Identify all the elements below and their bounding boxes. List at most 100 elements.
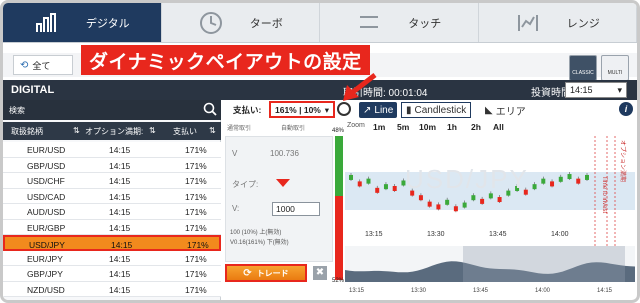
table-row[interactable]: EUR/USD 14:15 171% [3, 142, 221, 158]
search-input[interactable]: 検索 [3, 100, 221, 120]
expiry-cell: 14:15 [109, 176, 131, 186]
zoom-row: Zoom 1m 5m 10m 1h 2h All [335, 122, 637, 134]
amount-input[interactable]: 1000 [272, 202, 320, 216]
table-row[interactable]: USD/CAD 14:15 171% [3, 188, 221, 204]
table-row[interactable]: GBP/USD 14:15 171% [3, 157, 221, 173]
chevron-down-icon: ▾ [617, 85, 622, 95]
refresh-icon: ⟳ [243, 267, 252, 279]
tab-turbo[interactable]: ターボ [162, 3, 320, 42]
zoom-1h[interactable]: 1h [447, 122, 457, 132]
invest-time-value: 14:15 [570, 85, 593, 95]
col-expiry-header[interactable]: オプション満期: [85, 126, 143, 137]
close-icon[interactable]: ✖ [313, 266, 327, 280]
price-chart[interactable]: USD/JPY Time to invest オプション満期 13:15 13:30 1… [345, 136, 635, 300]
asset-list-panel: 検索 取扱銘柄 ⇅ オプション満期: ⇅ 支払い ⇅ EUR/USD 14:15 1… [3, 100, 221, 300]
payout-cell: 171% [185, 207, 207, 217]
x-tick-label: 13:30 [427, 231, 445, 238]
sort-icon: ⇅ [73, 126, 80, 135]
type-label: タイプ: [232, 180, 259, 189]
multi-view-button[interactable]: MULTI [601, 55, 629, 81]
classic-view-button[interactable]: CLASSIC [569, 55, 597, 81]
candle-body [357, 181, 362, 187]
candle-body [471, 195, 476, 201]
payout-note-down: V0.16(161%) 下(無効) [230, 240, 289, 246]
candle-body [567, 174, 572, 180]
tab-auto-trade[interactable]: 自動取引 [281, 123, 305, 132]
navigator-tick-label: 13:45 [473, 288, 489, 294]
tab-range[interactable]: レンジ [479, 3, 637, 42]
line-chart-button[interactable]: ↗ Line [359, 102, 398, 118]
amount-value: 1000 [276, 204, 295, 214]
table-row[interactable]: EUR/JPY 14:15 171% [3, 250, 221, 266]
chart-settings-icon[interactable] [337, 102, 351, 116]
x-tick-label: 13:15 [365, 231, 383, 238]
down-arrow-icon[interactable] [276, 179, 290, 187]
table-row[interactable]: GBP/JPY 14:15 171% [3, 266, 221, 282]
subtab-all[interactable]: ⟲ 全て [13, 55, 73, 75]
candle-body [550, 181, 555, 187]
candle-body [436, 204, 441, 210]
tab-touch-label: タッチ [408, 17, 442, 30]
zoom-10m[interactable]: 10m [419, 122, 436, 132]
table-row[interactable]: USD/JPY 14:15 171% [3, 235, 221, 251]
search-placeholder: 検索 [9, 106, 25, 115]
payout-label: 支払い: [233, 105, 262, 115]
tab-touch[interactable]: タッチ [320, 3, 479, 42]
expiry-cell: 14:15 [109, 207, 131, 217]
area-chart-button[interactable]: ◣ エリア [481, 102, 530, 118]
bar-chart-icon [34, 10, 60, 36]
refresh-icon: ⟲ [20, 59, 29, 71]
line-label: Line [374, 104, 394, 116]
candle-body [427, 201, 432, 207]
search-icon[interactable] [203, 102, 217, 118]
candle-body [366, 178, 371, 184]
range-icon [515, 10, 541, 36]
time-to-invest-label: Time to invest [601, 176, 607, 213]
asset-cell: GBP/USD [27, 160, 66, 171]
navigator-tick-label: 14:00 [535, 288, 551, 294]
annotation-headline: ダイナミックペイアウトの設定 [81, 45, 370, 75]
info-icon[interactable]: i [619, 102, 633, 116]
sentiment-down-pct: 52% [332, 278, 345, 284]
navigator-window [463, 246, 625, 282]
expiry-cell: 14:15 [109, 269, 131, 279]
trade-button[interactable]: ⟳ トレード [225, 264, 307, 282]
candlestick-icon: ▮ [406, 104, 412, 116]
table-row[interactable]: USD/CHF 14:15 171% [3, 173, 221, 189]
candle-body [576, 178, 581, 184]
payout-cell: 171% [187, 240, 209, 250]
candlestick-label: Candlestick [414, 104, 467, 116]
chart-panel: ↗ Line ▮ Candlestick ◣ エリア i Zoom 1m 5m … [332, 100, 637, 300]
candle-body [453, 206, 458, 212]
multi-view-label: MULTI [607, 70, 623, 76]
candle-body [392, 186, 397, 191]
zoom-5m[interactable]: 5m [397, 122, 409, 132]
tab-digital[interactable]: デジタル [3, 3, 162, 42]
line-icon: ↗ [363, 104, 372, 116]
price-chart-svg: Time to invest オプション満期 13:15 13:30 13:45 14:0… [345, 136, 635, 294]
invest-time-select[interactable]: 14:15 ▾ [565, 82, 627, 98]
candle-body [375, 187, 380, 193]
dynamic-payout-select[interactable]: 161% | 10% ▾ [269, 101, 335, 118]
v-value: 100.736 [270, 149, 299, 158]
expiry-label: オプション満期 [619, 140, 627, 182]
subtab-all-label: 全て [32, 60, 51, 71]
zoom-1m[interactable]: 1m [373, 122, 385, 132]
table-row[interactable]: NZD/USD 14:15 171% [3, 281, 221, 297]
zoom-all[interactable]: All [493, 122, 504, 132]
table-row[interactable]: EUR/GBP 14:15 171% [3, 219, 221, 235]
tab-manual-trade[interactable]: 通常取引 [227, 123, 251, 132]
navigator-tick-label: 13:30 [411, 288, 427, 294]
zoom-2h[interactable]: 2h [471, 122, 481, 132]
navigator-tick-label: 14:15 [597, 288, 613, 294]
col-asset-header[interactable]: 取扱銘柄 [11, 126, 43, 137]
sort-icon: ⇅ [149, 126, 156, 135]
chart-toolbar: ↗ Line ▮ Candlestick ◣ エリア i [335, 100, 637, 120]
x-tick-label: 14:00 [551, 231, 569, 238]
candle-body [480, 198, 485, 204]
sentiment-down-bar [335, 196, 343, 280]
asset-cell: EUR/JPY [27, 253, 63, 264]
candlestick-button[interactable]: ▮ Candlestick [401, 102, 472, 118]
table-row[interactable]: AUD/USD 14:15 171% [3, 204, 221, 220]
col-payout-header[interactable]: 支払い [173, 126, 197, 137]
